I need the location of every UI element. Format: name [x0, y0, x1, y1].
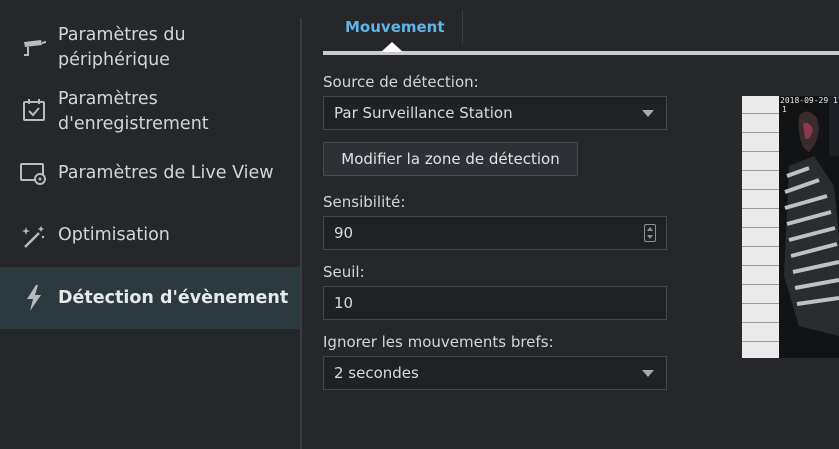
- ignore-brief-motions-select[interactable]: 2 secondes: [323, 356, 667, 390]
- tab-label: Mouvement: [345, 18, 445, 36]
- tab-motion[interactable]: Mouvement: [323, 10, 463, 44]
- preview-channel: 1: [782, 105, 787, 114]
- sidebar-divider: [300, 18, 302, 449]
- sensitivity-label: Sensibilité:: [323, 193, 406, 211]
- sidebar-item-label: Paramètres du périphérique: [58, 25, 186, 70]
- magic-wand-icon: [20, 223, 48, 251]
- edit-detection-zone-button[interactable]: Modifier la zone de détection: [323, 142, 578, 176]
- preview-timestamp: 2018-09-29 17:33: [780, 96, 839, 105]
- detection-grid: [742, 96, 779, 358]
- sidebar-item-label: Paramètres d'enregistrement: [58, 89, 209, 134]
- sidebar-item-label: Optimisation: [58, 225, 170, 245]
- sidebar-item-label: Paramètres de Live View: [58, 163, 274, 183]
- ignore-brief-motions-label: Ignorer les mouvements brefs:: [323, 333, 554, 351]
- camera-icon: [20, 34, 48, 62]
- chevron-down-icon: [642, 110, 654, 117]
- sensitivity-input[interactable]: 90: [323, 216, 667, 250]
- camera-feed-image: [779, 96, 839, 358]
- ignore-brief-motions-value: 2 secondes: [334, 364, 419, 382]
- calendar-check-icon: [20, 96, 48, 124]
- sensitivity-value: 90: [334, 224, 354, 242]
- sidebar-item-live-view-settings[interactable]: Paramètres de Live View: [0, 156, 300, 192]
- threshold-value: 10: [334, 294, 354, 312]
- spinner-icon[interactable]: [644, 224, 656, 242]
- tab-active-caret: [381, 42, 403, 52]
- detection-source-value: Par Surveillance Station: [334, 104, 513, 122]
- camera-preview[interactable]: 2018-09-29 17:33 1: [742, 96, 839, 358]
- sidebar-item-event-detection[interactable]: Détection d'évènement: [0, 267, 300, 329]
- detection-source-select[interactable]: Par Surveillance Station: [323, 96, 667, 130]
- threshold-input[interactable]: 10: [323, 286, 667, 320]
- sidebar-item-recording-settings[interactable]: Paramètres d'enregistrement: [0, 84, 300, 140]
- threshold-label: Seuil:: [323, 263, 365, 281]
- sidebar-item-optimization[interactable]: Optimisation: [0, 218, 300, 254]
- monitor-icon: [20, 160, 48, 188]
- detection-source-label: Source de détection:: [323, 73, 479, 91]
- sidebar: Paramètres du périphérique Paramètres d'…: [0, 0, 300, 449]
- sidebar-item-device-settings[interactable]: Paramètres du périphérique: [0, 20, 300, 76]
- edit-detection-zone-label: Modifier la zone de détection: [341, 150, 560, 168]
- lightning-icon: [20, 284, 48, 312]
- chevron-down-icon: [642, 370, 654, 377]
- sidebar-item-label: Détection d'évènement: [58, 288, 289, 308]
